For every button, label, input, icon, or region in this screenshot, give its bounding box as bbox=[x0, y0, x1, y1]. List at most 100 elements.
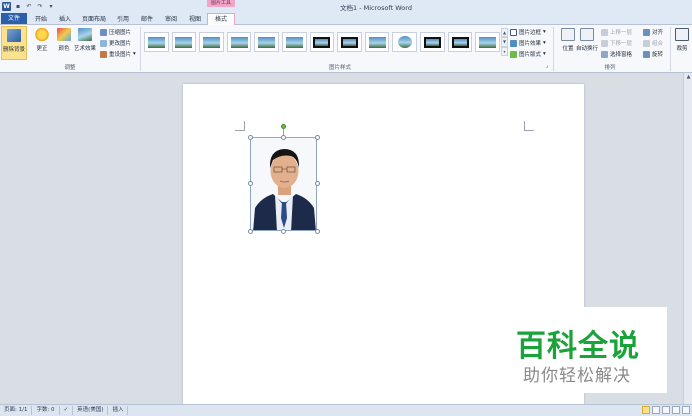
change-picture-icon bbox=[100, 39, 107, 47]
tab-home[interactable]: 开始 bbox=[30, 14, 52, 25]
selected-portrait-photo[interactable] bbox=[250, 137, 317, 231]
reset-picture-icon bbox=[100, 50, 107, 58]
picture-style-thumb[interactable] bbox=[309, 32, 335, 52]
view-buttons bbox=[642, 406, 690, 414]
resize-handle[interactable] bbox=[281, 229, 286, 234]
picture-effects-button[interactable]: 图片效果 ▾ bbox=[510, 38, 546, 48]
rotate-icon bbox=[643, 50, 650, 58]
title-bar: W ▪ ↶ ↷ ▾ 图片工具 文档1 - Microsoft Word bbox=[0, 0, 692, 12]
ribbon-tabs: 文件 开始 插入 页面布局 引用 邮件 审阅 视图 格式 bbox=[0, 12, 692, 25]
change-picture-button[interactable]: 更改图片 bbox=[100, 38, 131, 48]
status-language[interactable]: 英语(美国) bbox=[73, 406, 109, 415]
contextual-tab-group: 图片工具 bbox=[207, 0, 235, 7]
wrap-text-icon bbox=[580, 28, 594, 41]
picture-style-thumb[interactable] bbox=[254, 32, 280, 52]
picture-style-thumb[interactable] bbox=[337, 32, 362, 52]
border-icon bbox=[510, 28, 517, 36]
print-layout-view-icon[interactable] bbox=[642, 406, 650, 414]
tab-format[interactable]: 格式 bbox=[207, 13, 235, 25]
resize-handle[interactable] bbox=[248, 229, 253, 234]
picture-layout-button[interactable]: 图片版式 ▾ bbox=[510, 49, 546, 59]
word-app-icon[interactable]: W bbox=[2, 1, 11, 11]
watermark-title: 百科全说 bbox=[516, 329, 640, 364]
draft-view-icon[interactable] bbox=[682, 406, 690, 414]
picture-style-thumb[interactable] bbox=[392, 32, 418, 52]
group-separator bbox=[553, 27, 554, 71]
send-backward-button[interactable]: 下移一层 bbox=[601, 38, 632, 48]
bring-forward-button[interactable]: 上移一层 bbox=[601, 27, 632, 37]
artistic-effects-icon bbox=[78, 28, 92, 41]
tab-file[interactable]: 文件 bbox=[1, 13, 27, 24]
artistic-effects-button[interactable]: 艺术效果 bbox=[72, 26, 98, 60]
remove-background-button[interactable]: 删除背景 bbox=[1, 26, 27, 60]
redo-icon[interactable]: ↷ bbox=[36, 2, 44, 10]
selection-pane-icon bbox=[601, 50, 608, 58]
reset-picture-button[interactable]: 重设图片 ▾ bbox=[100, 49, 136, 59]
rotation-handle[interactable] bbox=[281, 124, 286, 129]
gallery-down-icon[interactable]: ▼ bbox=[501, 37, 508, 47]
web-layout-view-icon[interactable] bbox=[662, 406, 670, 414]
save-icon[interactable]: ▪ bbox=[14, 2, 22, 10]
resize-handle[interactable] bbox=[315, 229, 320, 234]
resize-handle[interactable] bbox=[248, 181, 253, 186]
picture-style-thumb[interactable] bbox=[447, 32, 473, 52]
wrap-text-button[interactable]: 自动换行 bbox=[575, 26, 599, 60]
tab-review[interactable]: 审阅 bbox=[160, 14, 182, 25]
group-objects-button[interactable]: 组合 bbox=[643, 38, 663, 48]
undo-icon[interactable]: ↶ bbox=[25, 2, 33, 10]
compress-pictures-button[interactable]: 压缩图片 bbox=[100, 27, 131, 37]
word-window: W ▪ ↶ ↷ ▾ 图片工具 文档1 - Microsoft Word 文件 开… bbox=[0, 0, 692, 416]
status-bar: 页面: 1/1 字数: 0 ✓ 英语(美国) 插入 bbox=[0, 404, 692, 416]
picture-style-thumb[interactable] bbox=[475, 32, 500, 52]
margin-corner-mark bbox=[524, 121, 534, 131]
outline-view-icon[interactable] bbox=[672, 406, 680, 414]
group-label-adjust: 调整 bbox=[64, 65, 76, 71]
portrait-image bbox=[251, 138, 316, 230]
effects-icon bbox=[510, 39, 517, 47]
group-separator bbox=[670, 27, 671, 71]
status-words[interactable]: 字数: 0 bbox=[32, 406, 60, 415]
full-screen-view-icon[interactable] bbox=[652, 406, 660, 414]
send-backward-icon bbox=[601, 39, 608, 47]
group-separator bbox=[140, 27, 141, 71]
proofing-icon[interactable]: ✓ bbox=[60, 406, 74, 415]
gallery-up-icon[interactable]: ▲ bbox=[501, 28, 508, 38]
watermark-logo: 百科全说 助你轻松解决 bbox=[501, 307, 667, 393]
status-mode[interactable]: 插入 bbox=[108, 406, 129, 415]
align-button[interactable]: 对齐 bbox=[643, 27, 663, 37]
resize-handle[interactable] bbox=[315, 135, 320, 140]
picture-style-thumb[interactable] bbox=[420, 32, 445, 52]
picture-styles-gallery[interactable] bbox=[144, 28, 500, 56]
scroll-up-icon[interactable]: ▲ bbox=[684, 73, 692, 82]
customize-icon[interactable]: ▾ bbox=[47, 2, 55, 10]
tab-mailings[interactable]: 邮件 bbox=[136, 14, 158, 25]
picture-style-thumb[interactable] bbox=[199, 32, 224, 52]
tab-references[interactable]: 引用 bbox=[112, 14, 134, 25]
tab-view[interactable]: 视图 bbox=[184, 14, 206, 25]
selection-pane-button[interactable]: 选择窗格 bbox=[601, 49, 632, 59]
picture-style-thumb[interactable] bbox=[282, 32, 307, 52]
picture-style-thumb[interactable] bbox=[171, 32, 197, 52]
ribbon: 删除背景 更正 颜色 艺术效果 压缩图片 更改图片 重设图片 ▾ 调整 ▲ ▼ … bbox=[0, 25, 692, 73]
picture-style-thumb[interactable] bbox=[144, 32, 169, 52]
quick-access-toolbar: W ▪ ↶ ↷ ▾ bbox=[2, 1, 55, 11]
remove-background-icon bbox=[7, 29, 21, 42]
rotate-button[interactable]: 旋转 bbox=[643, 49, 663, 59]
crop-button[interactable]: 裁剪 bbox=[672, 26, 692, 60]
resize-handle[interactable] bbox=[281, 135, 286, 140]
sun-icon bbox=[35, 28, 49, 41]
gallery-scroll: ▲ ▼ ▾ bbox=[501, 28, 508, 56]
dialog-launcher-icon[interactable]: ⌟ bbox=[543, 63, 551, 69]
margin-corner-mark bbox=[235, 121, 245, 131]
tab-page-layout[interactable]: 页面布局 bbox=[78, 14, 110, 25]
group-label-arrange: 排列 bbox=[604, 65, 616, 71]
resize-handle[interactable] bbox=[315, 181, 320, 186]
picture-style-thumb[interactable] bbox=[364, 32, 390, 52]
status-page[interactable]: 页面: 1/1 bbox=[0, 406, 33, 415]
resize-handle[interactable] bbox=[248, 135, 253, 140]
gallery-more-icon[interactable]: ▾ bbox=[501, 46, 508, 56]
tab-insert[interactable]: 插入 bbox=[54, 14, 76, 25]
picture-border-button[interactable]: 图片边框 ▾ bbox=[510, 27, 546, 37]
vertical-scrollbar[interactable]: ▲ bbox=[683, 73, 692, 404]
picture-style-thumb[interactable] bbox=[226, 32, 252, 52]
